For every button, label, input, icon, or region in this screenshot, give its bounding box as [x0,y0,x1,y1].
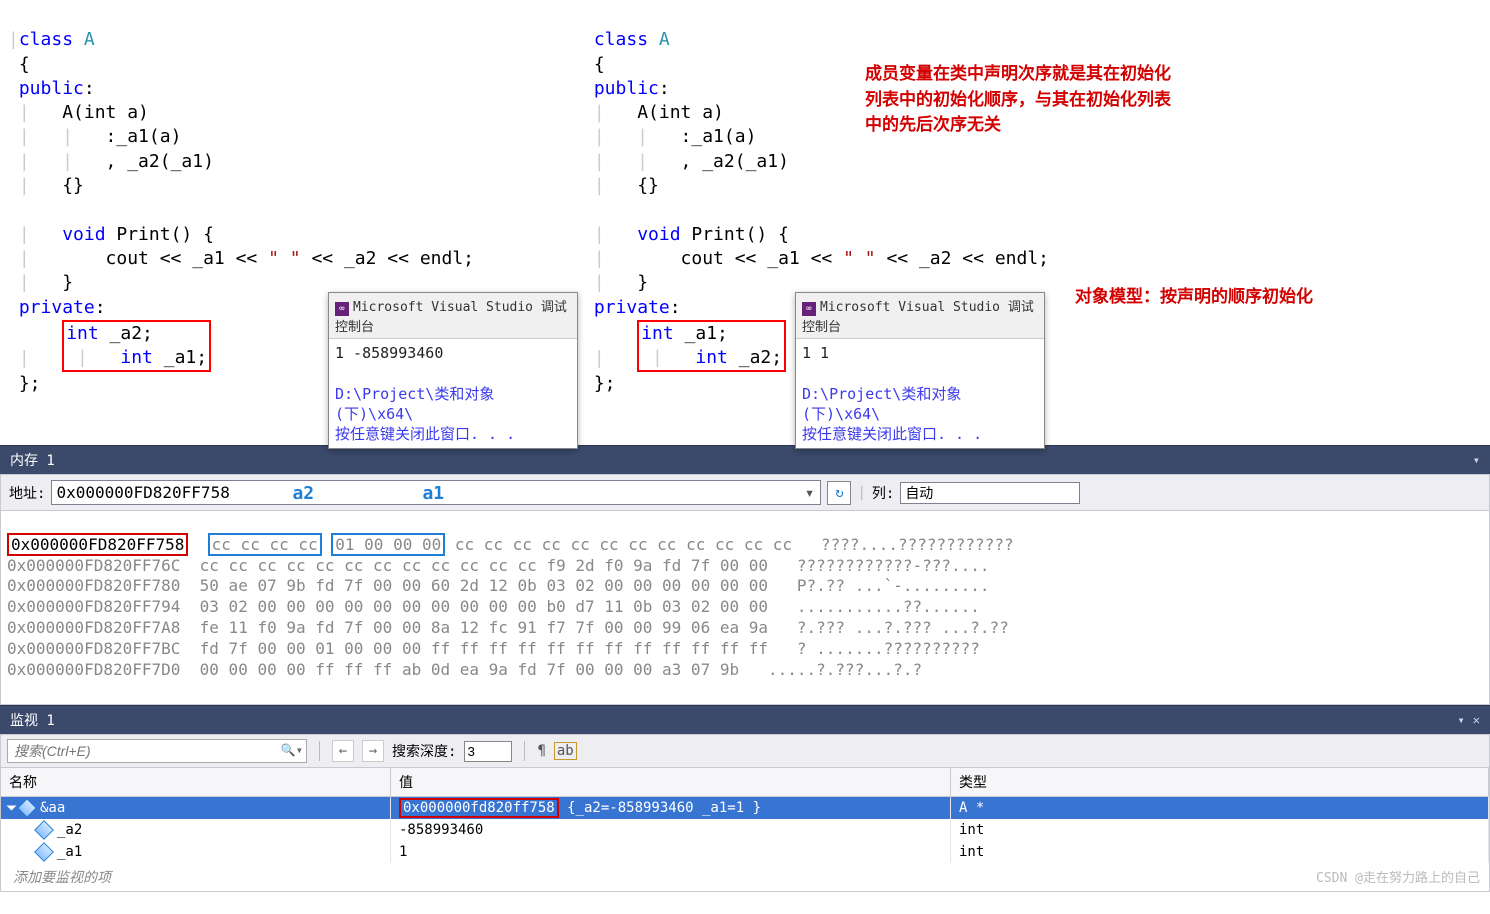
col-value-header[interactable]: 值 [391,768,951,796]
refresh-button[interactable]: ↻ [827,481,851,505]
expand-icon[interactable] [7,806,17,811]
memory-panel-title: 内存 1 [10,450,55,470]
vs-icon: ∞ [335,302,349,316]
pin-icon[interactable]: ▾ [1458,713,1465,727]
pin-icon[interactable]: ▾ [1473,453,1480,467]
addr-label: 地址: [9,483,45,503]
watch-row-a1[interactable]: _a1 1 int [1,841,1489,863]
field-icon [34,842,54,862]
depth-label: 搜索深度: [392,741,456,761]
col-type-header[interactable]: 类型 [951,768,1489,796]
dropdown-caret-icon[interactable]: ▾ [805,483,815,502]
debug-console-right: ∞Microsoft Visual Studio 调试控制台 1 1 D:\Pr… [795,292,1045,449]
private-fields-right: int _a1; | int _a2; [637,320,786,373]
memory-columns-input[interactable] [900,482,1080,504]
depth-select[interactable] [464,741,512,762]
tool-icon-2[interactable]: ab [554,742,577,760]
private-fields-left: int _a2; | int _a1; [62,320,211,373]
memory-panel-header[interactable]: 内存 1 ▾ [0,445,1490,474]
field-icon [34,820,54,840]
debug-console-left: ∞Microsoft Visual Studio 调试控制台 1 -858993… [328,292,578,449]
memory-toolbar: 地址: 0x000000FD820FF758 a2 a1 ▾ ↻ | 列: [0,474,1490,511]
watch-toolbar: 🔍▾ ← → 搜索深度: ¶ ab [0,734,1490,768]
watch-table: 名称 值 类型 &aa 0x000000fd820ff758 {_a2=-858… [0,768,1490,892]
annotation-init-order: 成员变量在类中声明次序就是其在初始化 列表中的初始化顺序，与其在初始化列表 中的… [865,62,1171,139]
search-icon[interactable]: 🔍▾ [281,743,303,757]
watch-row-root[interactable]: &aa 0x000000fd820ff758 {_a2=-858993460 _… [1,797,1489,819]
memory-hex-view[interactable]: 0x000000FD820FF758 cc cc cc cc 01 00 00 … [0,511,1490,705]
memory-address-input[interactable]: 0x000000FD820FF758 a2 a1 ▾ [51,480,821,505]
watermark: CSDN @走在努力路上的自己 [1316,867,1480,886]
console-title: Microsoft Visual Studio 调试控制台 [335,300,567,335]
watch-add-placeholder[interactable]: 添加要监视的项 [1,863,1489,891]
tool-icon-1[interactable]: ¶ [537,743,545,759]
object-icon [17,798,37,818]
nav-back-button[interactable]: ← [332,740,354,762]
watch-panel-header[interactable]: 监视 1 ▾ ✕ [0,705,1490,734]
nav-forward-button[interactable]: → [362,740,384,762]
watch-search-input[interactable] [7,739,307,763]
close-icon[interactable]: ✕ [1473,713,1480,727]
overlay-a2-label: a2 [292,483,314,504]
col-name-header[interactable]: 名称 [1,768,391,796]
console-title: Microsoft Visual Studio 调试控制台 [802,300,1034,335]
overlay-a1-label: a1 [422,483,444,504]
annotation-object-model: 对象模型：按声明的顺序初始化 [1075,282,1313,307]
watch-panel-title: 监视 1 [10,710,55,730]
cols-label: 列: [872,483,894,503]
vs-icon: ∞ [802,302,816,316]
watch-row-a2[interactable]: _a2 -858993460 int [1,819,1489,841]
